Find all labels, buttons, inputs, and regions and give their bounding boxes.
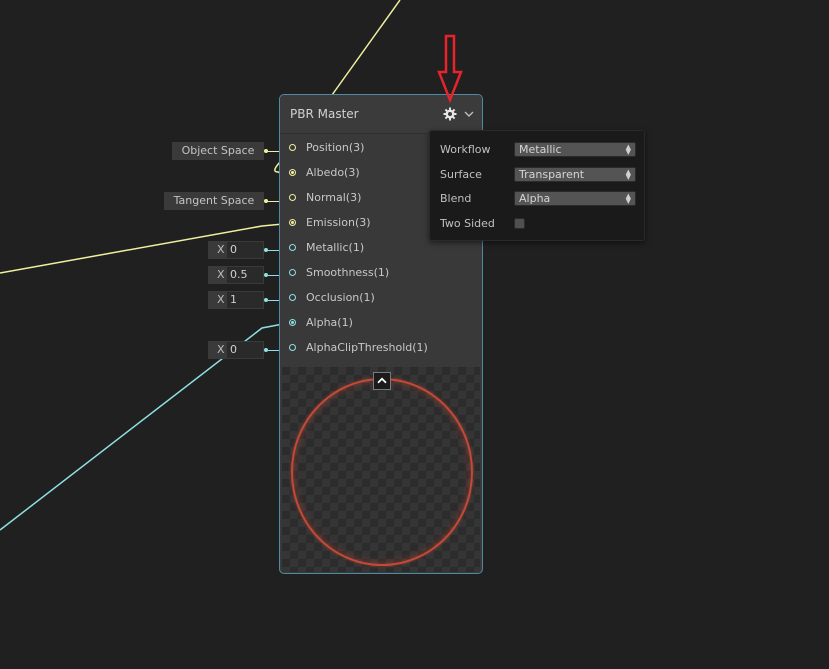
port-connector-icon[interactable]: [289, 169, 296, 176]
blend-dropdown[interactable]: Alpha ▲ ▼: [514, 191, 636, 206]
preview-sphere: [291, 378, 473, 566]
dropdown-arrows-icon: ▲ ▼: [625, 143, 631, 156]
port-row: Metallic(1): [280, 238, 482, 263]
occlusion-input[interactable]: 1: [227, 292, 263, 308]
port-row: Occlusion(1): [280, 288, 482, 313]
port-label: Albedo(3): [306, 166, 360, 179]
port-row: AlphaClipThreshold(1): [280, 338, 482, 363]
workflow-label: Workflow: [440, 143, 491, 156]
smoothness-input[interactable]: 0.5: [227, 267, 263, 283]
blend-value: Alpha: [519, 192, 551, 205]
alpha-clip-default: X 0: [208, 341, 264, 359]
two-sided-label: Two Sided: [440, 217, 495, 230]
port-connector-icon[interactable]: [289, 269, 296, 276]
surface-value: Transparent: [519, 168, 585, 181]
workflow-value: Metallic: [519, 143, 562, 156]
port-label: Alpha(1): [306, 316, 353, 329]
port-fill: [291, 321, 294, 324]
port-connector-icon[interactable]: [289, 244, 296, 251]
node-preview: [282, 367, 480, 572]
port-label: Smoothness(1): [306, 266, 390, 279]
position-space-default[interactable]: Object Space: [172, 142, 264, 160]
axis-x-label: X: [217, 293, 225, 306]
normal-space-default[interactable]: Tangent Space: [164, 192, 264, 210]
axis-x-label: X: [217, 243, 225, 256]
dropdown-arrows-icon: ▲ ▼: [625, 192, 631, 205]
surface-label: Surface: [440, 168, 482, 181]
axis-x-label: X: [217, 343, 225, 356]
position-space-label: Object Space: [181, 144, 255, 157]
smoothness-default: X 0.5: [208, 266, 264, 284]
port-row: Smoothness(1): [280, 263, 482, 288]
port-connector-icon[interactable]: [289, 294, 296, 301]
metallic-default: X 0: [208, 241, 264, 259]
port-label: Normal(3): [306, 191, 362, 204]
port-connector-icon[interactable]: [289, 344, 296, 351]
port-connector-icon[interactable]: [289, 319, 296, 326]
port-connector-icon[interactable]: [289, 219, 296, 226]
port-connector-icon[interactable]: [289, 144, 296, 151]
node-title: PBR Master: [290, 107, 359, 121]
workflow-dropdown[interactable]: Metallic ▲ ▼: [514, 142, 636, 157]
port-label: Occlusion(1): [306, 291, 375, 304]
port-label: Emission(3): [306, 216, 371, 229]
port-connector-icon[interactable]: [289, 194, 296, 201]
alpha-clip-input[interactable]: 0: [227, 342, 263, 358]
node-settings-panel: Workflow Metallic ▲ ▼ Surface Transparent…: [429, 130, 645, 241]
port-label: Position(3): [306, 141, 365, 154]
metallic-input[interactable]: 0: [227, 242, 263, 258]
surface-dropdown[interactable]: Transparent ▲ ▼: [514, 167, 636, 182]
two-sided-checkbox[interactable]: [514, 218, 525, 229]
blend-label: Blend: [440, 192, 472, 205]
dropdown-arrows-icon: ▲ ▼: [625, 168, 631, 181]
axis-x-label: X: [217, 268, 225, 281]
port-row: Alpha(1): [280, 313, 482, 338]
chevron-down-icon[interactable]: [463, 107, 475, 121]
occlusion-default: X 1: [208, 291, 264, 309]
gear-icon[interactable]: [443, 107, 457, 121]
port-fill: [291, 171, 294, 174]
port-label: Metallic(1): [306, 241, 365, 254]
red-arrow-icon: [437, 34, 463, 104]
chevron-up-icon[interactable]: [373, 372, 391, 390]
port-fill: [291, 221, 294, 224]
normal-space-label: Tangent Space: [173, 194, 255, 207]
port-label: AlphaClipThreshold(1): [306, 341, 428, 354]
